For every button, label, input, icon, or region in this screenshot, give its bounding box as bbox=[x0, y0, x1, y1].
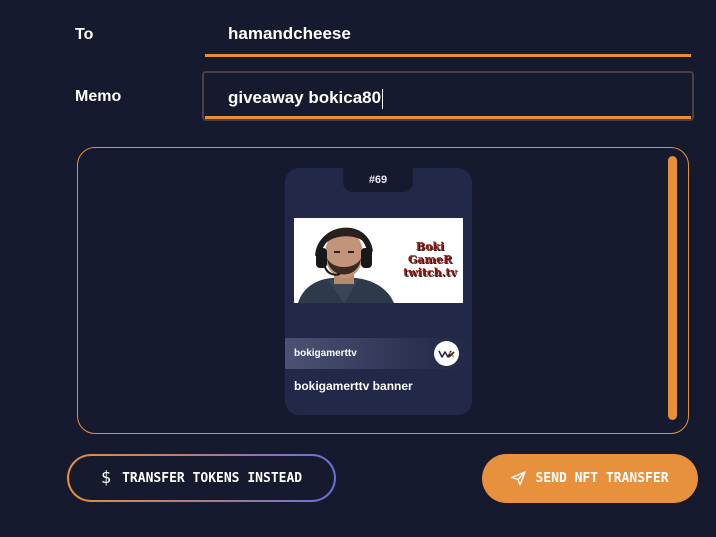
nft-image: Boki GameR twitch.tv bbox=[294, 218, 463, 303]
transfer-tokens-label: TRANSFER TOKENS INSTEAD bbox=[122, 470, 303, 486]
panel-scrollbar[interactable] bbox=[668, 156, 677, 420]
to-label: To bbox=[75, 26, 94, 43]
collection-name: bokigamerttv bbox=[294, 348, 357, 359]
memo-underline bbox=[205, 116, 691, 119]
dollar-icon: $ bbox=[100, 468, 112, 488]
send-nft-transfer-button[interactable]: SEND NFT TRANSFER bbox=[482, 454, 698, 503]
image-text-line: GameR bbox=[407, 253, 453, 266]
to-input-value: hamandcheese bbox=[228, 24, 351, 43]
memo-input[interactable]: giveaway bokica80 bbox=[202, 71, 694, 121]
nft-name: bokigamerttv banner bbox=[294, 379, 413, 393]
send-nft-label: SEND NFT TRANSFER bbox=[535, 471, 669, 486]
memo-input-value: giveaway bokica80 bbox=[228, 88, 382, 107]
paper-plane-icon bbox=[511, 471, 527, 486]
transfer-tokens-button[interactable]: $ TRANSFER TOKENS INSTEAD bbox=[67, 454, 336, 502]
collection-strip: bokigamerttv bbox=[285, 338, 472, 369]
text-caret bbox=[382, 88, 384, 109]
wax-logo-icon bbox=[434, 341, 459, 366]
nft-image-text: Boki GameR twitch.tv bbox=[398, 240, 462, 279]
to-input[interactable]: hamandcheese bbox=[205, 17, 691, 57]
nft-id-badge: #69 bbox=[343, 168, 413, 192]
nft-card[interactable]: #69 Boki GameR twitch.tv bokigamerttv bo… bbox=[285, 168, 472, 415]
image-text-line: twitch.tv bbox=[403, 266, 457, 279]
memo-label: Memo bbox=[75, 88, 122, 105]
image-text-line: Boki bbox=[415, 240, 445, 253]
